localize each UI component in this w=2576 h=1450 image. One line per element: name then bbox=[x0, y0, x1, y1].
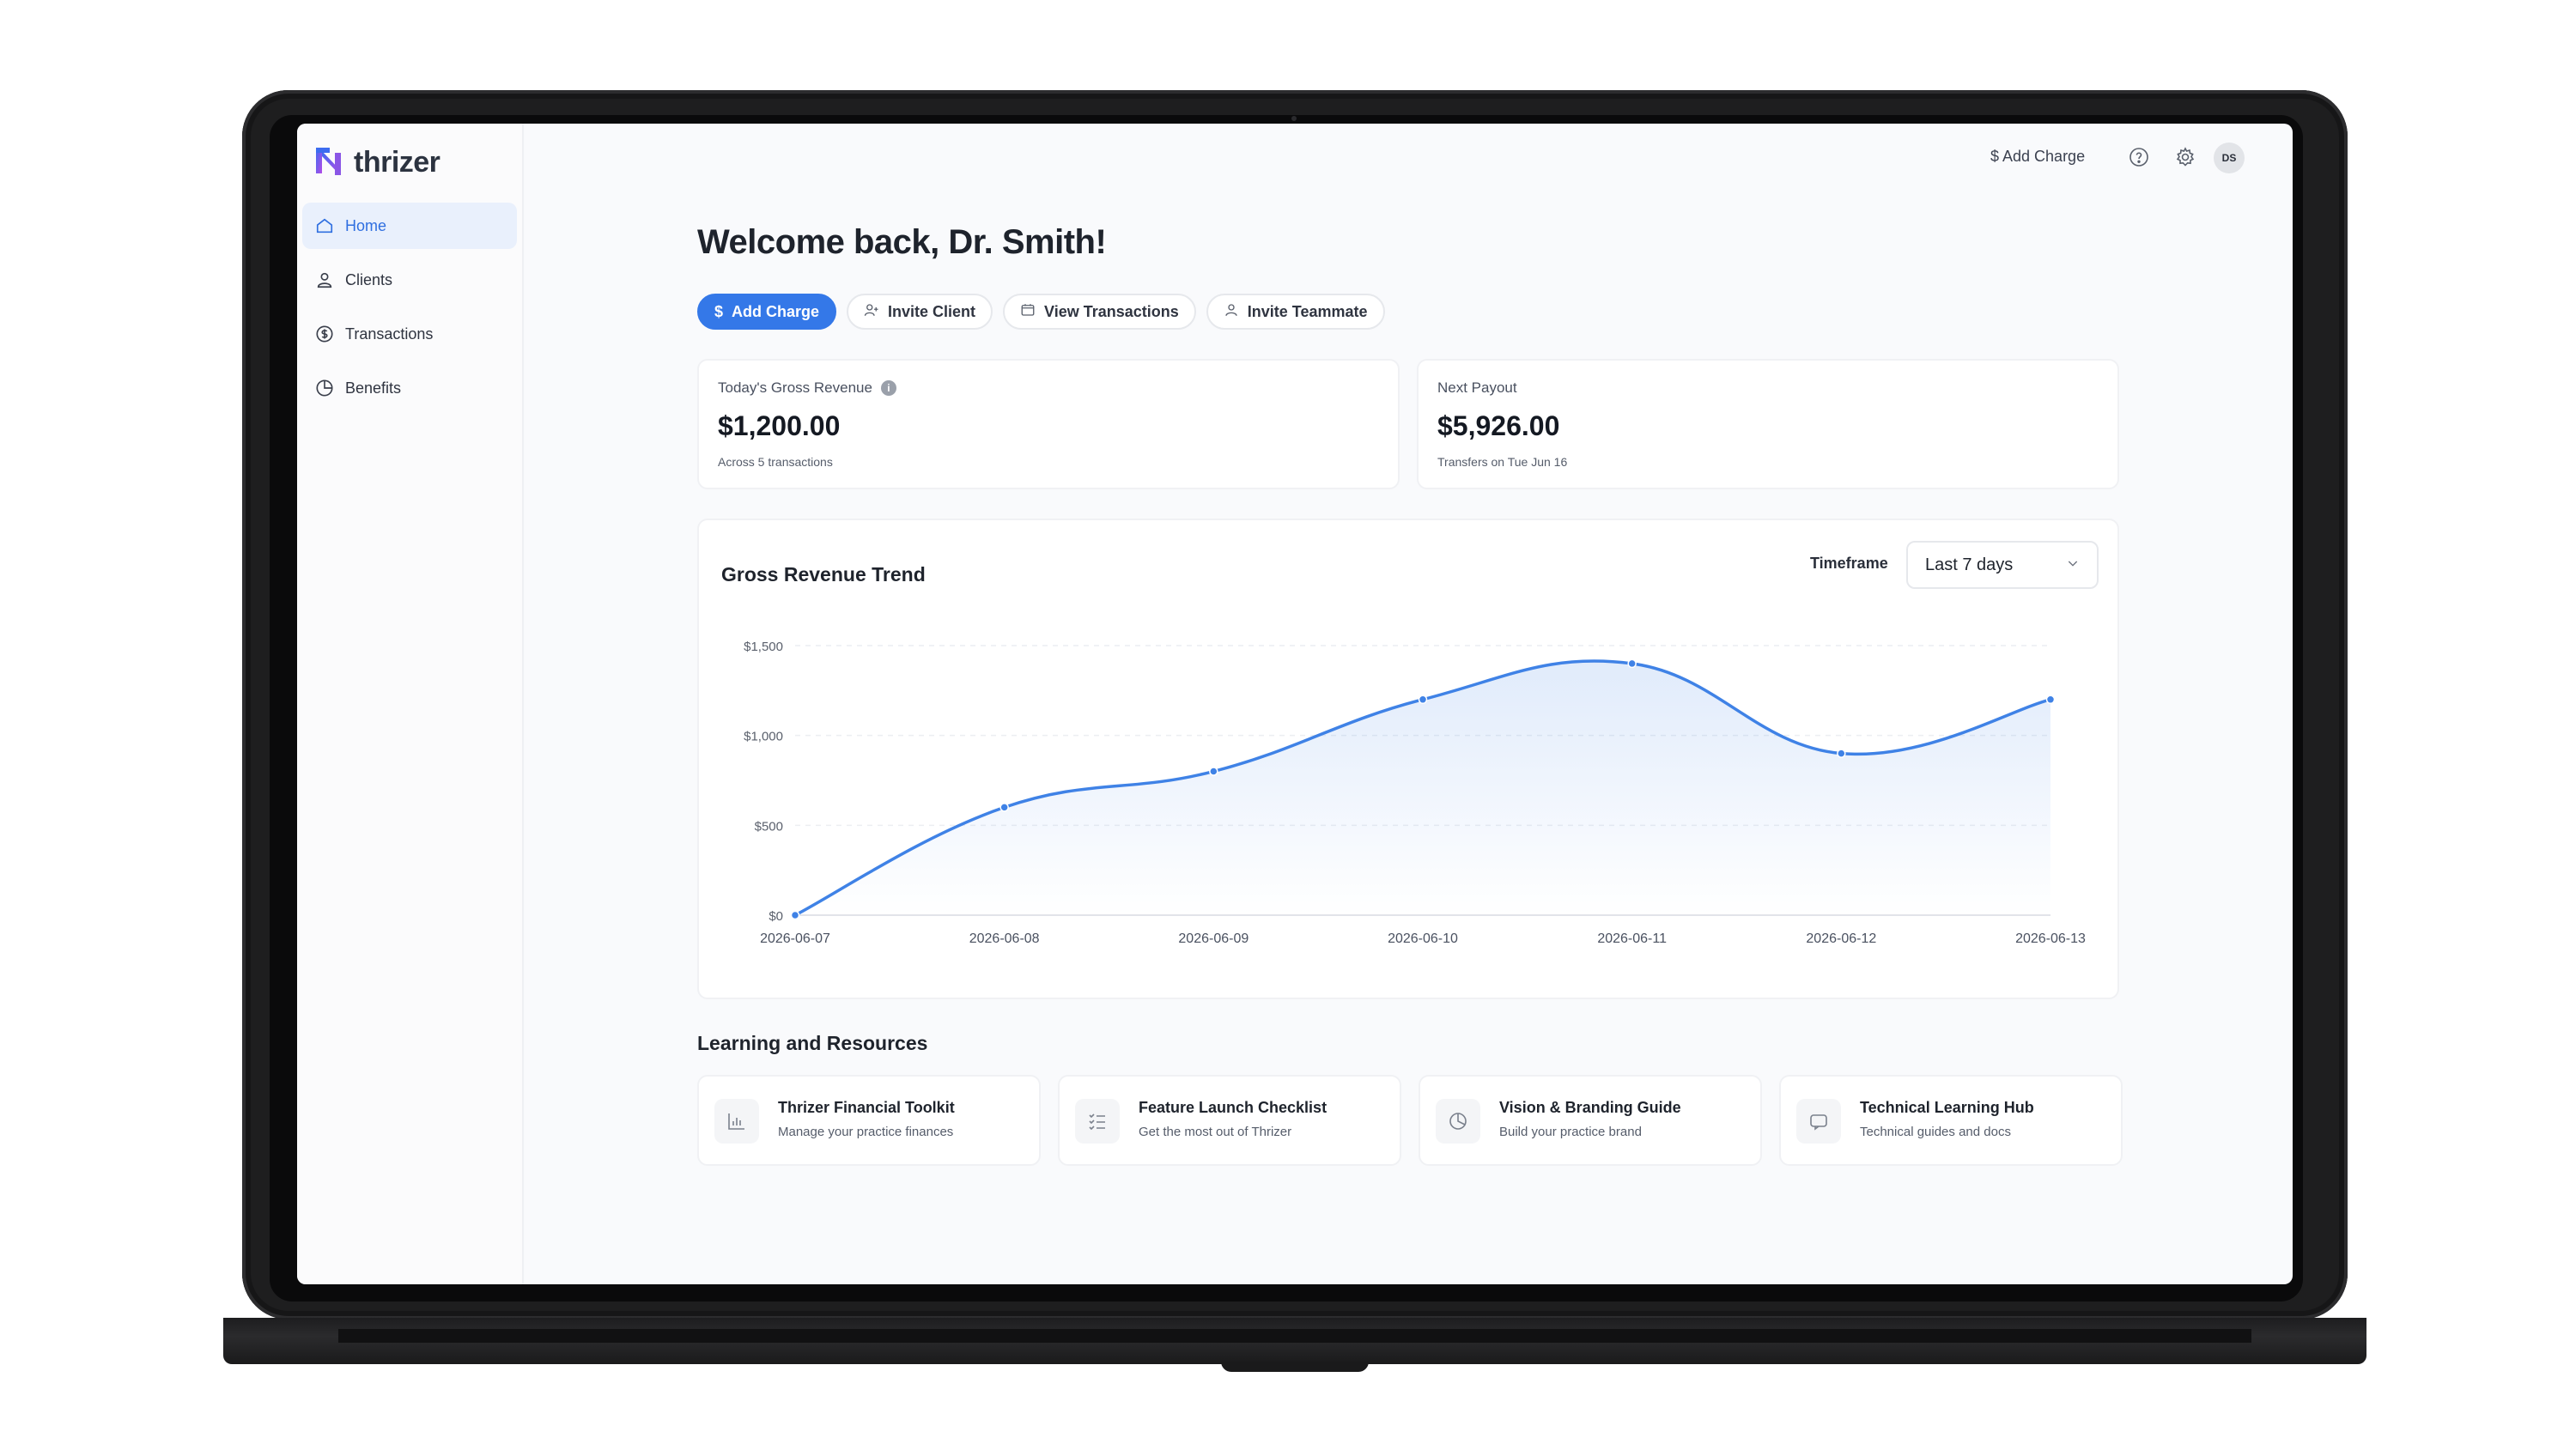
page-title: Welcome back, Dr. Smith! bbox=[697, 223, 1107, 261]
invite-teammate-button[interactable]: Invite Teammate bbox=[1206, 294, 1385, 330]
data-point bbox=[790, 910, 800, 920]
gear-icon[interactable] bbox=[2174, 146, 2196, 168]
sidebar-item-label: Home bbox=[345, 216, 387, 234]
button-label: Invite Teammate bbox=[1247, 302, 1368, 320]
resource-title: Feature Launch Checklist bbox=[1139, 1099, 1327, 1116]
data-point bbox=[1209, 767, 1218, 776]
resource-title: Technical Learning Hub bbox=[1860, 1099, 2034, 1116]
data-point bbox=[1418, 695, 1428, 705]
resource-title: Vision & Branding Guide bbox=[1499, 1099, 1681, 1116]
x-tick-label: 2026-06-11 bbox=[1597, 931, 1667, 946]
view-transactions-button[interactable]: View Transactions bbox=[1003, 294, 1196, 330]
invite-client-button[interactable]: Invite Client bbox=[847, 294, 993, 330]
sidebar-item-transactions[interactable]: Transactions bbox=[302, 311, 517, 357]
kpi-label: Today's Gross Revenue i bbox=[718, 379, 896, 397]
resource-card-financial-toolkit[interactable]: Thrizer Financial Toolkit Manage your pr… bbox=[697, 1075, 1041, 1166]
topbar-add-charge-link[interactable]: $ Add Charge bbox=[1990, 148, 2085, 166]
info-icon[interactable]: i bbox=[880, 380, 896, 396]
kpi-card-gross-revenue: Today's Gross Revenue i $1,200.00 Across… bbox=[697, 359, 1400, 489]
bar-chart-icon bbox=[714, 1099, 759, 1144]
kpi-value: $5,926.00 bbox=[1437, 410, 1560, 441]
pie-chart-icon bbox=[314, 378, 335, 398]
app-screen: thrizer Home Clients Transactions Benefi… bbox=[297, 124, 2293, 1284]
sidebar: thrizer Home Clients Transactions Benefi… bbox=[297, 124, 524, 1284]
kpi-label-text: Today's Gross Revenue bbox=[718, 379, 872, 396]
camera-icon bbox=[1291, 116, 1297, 121]
sidebar-item-label: Benefits bbox=[345, 379, 402, 397]
sidebar-item-home[interactable]: Home bbox=[302, 203, 517, 249]
brand-name: thrizer bbox=[354, 146, 440, 179]
x-tick-label: 2026-06-08 bbox=[969, 931, 1040, 946]
x-tick-label: 2026-06-10 bbox=[1388, 931, 1458, 946]
user-plus-icon bbox=[864, 302, 879, 322]
kpi-card-next-payout: Next Payout $5,926.00 Transfers on Tue J… bbox=[1417, 359, 2119, 489]
revenue-trend-card: Gross Revenue Trend Timeframe Last 7 day… bbox=[697, 519, 2119, 999]
y-tick-label: $1,000 bbox=[744, 730, 783, 744]
receipt-icon bbox=[1020, 302, 1036, 322]
home-icon bbox=[314, 215, 335, 236]
kpi-label: Next Payout bbox=[1437, 379, 1517, 396]
resource-title: Thrizer Financial Toolkit bbox=[778, 1099, 955, 1116]
resource-subtitle: Technical guides and docs bbox=[1860, 1125, 2011, 1139]
button-label: Invite Client bbox=[888, 302, 976, 320]
laptop-base-strip bbox=[338, 1329, 2251, 1343]
data-point bbox=[999, 803, 1009, 812]
resource-card-feature-checklist[interactable]: Feature Launch Checklist Get the most ou… bbox=[1058, 1075, 1401, 1166]
button-label: Add Charge bbox=[732, 302, 820, 320]
kpi-subtext: Across 5 transactions bbox=[718, 455, 833, 469]
x-tick-label: 2026-06-09 bbox=[1178, 931, 1249, 946]
laptop-base-notch bbox=[1221, 1362, 1369, 1372]
y-tick-label: $1,500 bbox=[744, 640, 783, 654]
button-label: View Transactions bbox=[1044, 302, 1179, 320]
resource-subtitle: Build your practice brand bbox=[1499, 1125, 1642, 1139]
sidebar-item-clients[interactable]: Clients bbox=[302, 257, 517, 303]
resource-subtitle: Get the most out of Thrizer bbox=[1139, 1125, 1292, 1139]
kpi-subtext: Transfers on Tue Jun 16 bbox=[1437, 455, 1568, 469]
thrizer-logo-icon bbox=[314, 144, 347, 181]
chat-icon bbox=[1796, 1099, 1841, 1144]
data-point bbox=[1627, 658, 1637, 669]
data-point bbox=[2045, 695, 2056, 705]
user-icon bbox=[1224, 302, 1239, 322]
y-tick-label: $500 bbox=[755, 819, 783, 834]
checklist-icon bbox=[1075, 1099, 1120, 1144]
help-icon[interactable] bbox=[2128, 146, 2150, 168]
add-charge-button[interactable]: $ Add Charge bbox=[697, 294, 837, 330]
pie-chart-icon bbox=[1436, 1099, 1480, 1144]
user-icon bbox=[314, 270, 335, 290]
sidebar-item-label: Transactions bbox=[345, 325, 434, 343]
dollar-icon: $ bbox=[714, 302, 724, 320]
kpi-value: $1,200.00 bbox=[718, 410, 841, 441]
avatar[interactable]: DS bbox=[2214, 143, 2245, 173]
y-tick-label: $0 bbox=[769, 909, 783, 924]
data-point bbox=[1837, 749, 1846, 758]
sidebar-item-label: Clients bbox=[345, 270, 393, 288]
x-tick-label: 2026-06-12 bbox=[1806, 931, 1876, 946]
x-tick-label: 2026-06-13 bbox=[2015, 931, 2086, 946]
resource-card-learning-hub[interactable]: Technical Learning Hub Technical guides … bbox=[1779, 1075, 2123, 1166]
revenue-trend-chart: $0 $500 $1,000 $1,500 2026-06-07 2026-06-08 20… bbox=[744, 640, 2086, 946]
quick-actions: $ Add Charge Invite Client View Transact… bbox=[697, 294, 1385, 330]
sidebar-item-benefits[interactable]: Benefits bbox=[302, 365, 517, 411]
resource-subtitle: Manage your practice finances bbox=[778, 1125, 954, 1139]
dollar-circle-icon bbox=[314, 324, 335, 344]
resource-card-branding-guide[interactable]: Vision & Branding Guide Build your pract… bbox=[1419, 1075, 1762, 1166]
x-tick-label: 2026-06-07 bbox=[760, 931, 830, 946]
brand-logo[interactable]: thrizer bbox=[314, 144, 440, 181]
resources-heading: Learning and Resources bbox=[697, 1032, 928, 1054]
